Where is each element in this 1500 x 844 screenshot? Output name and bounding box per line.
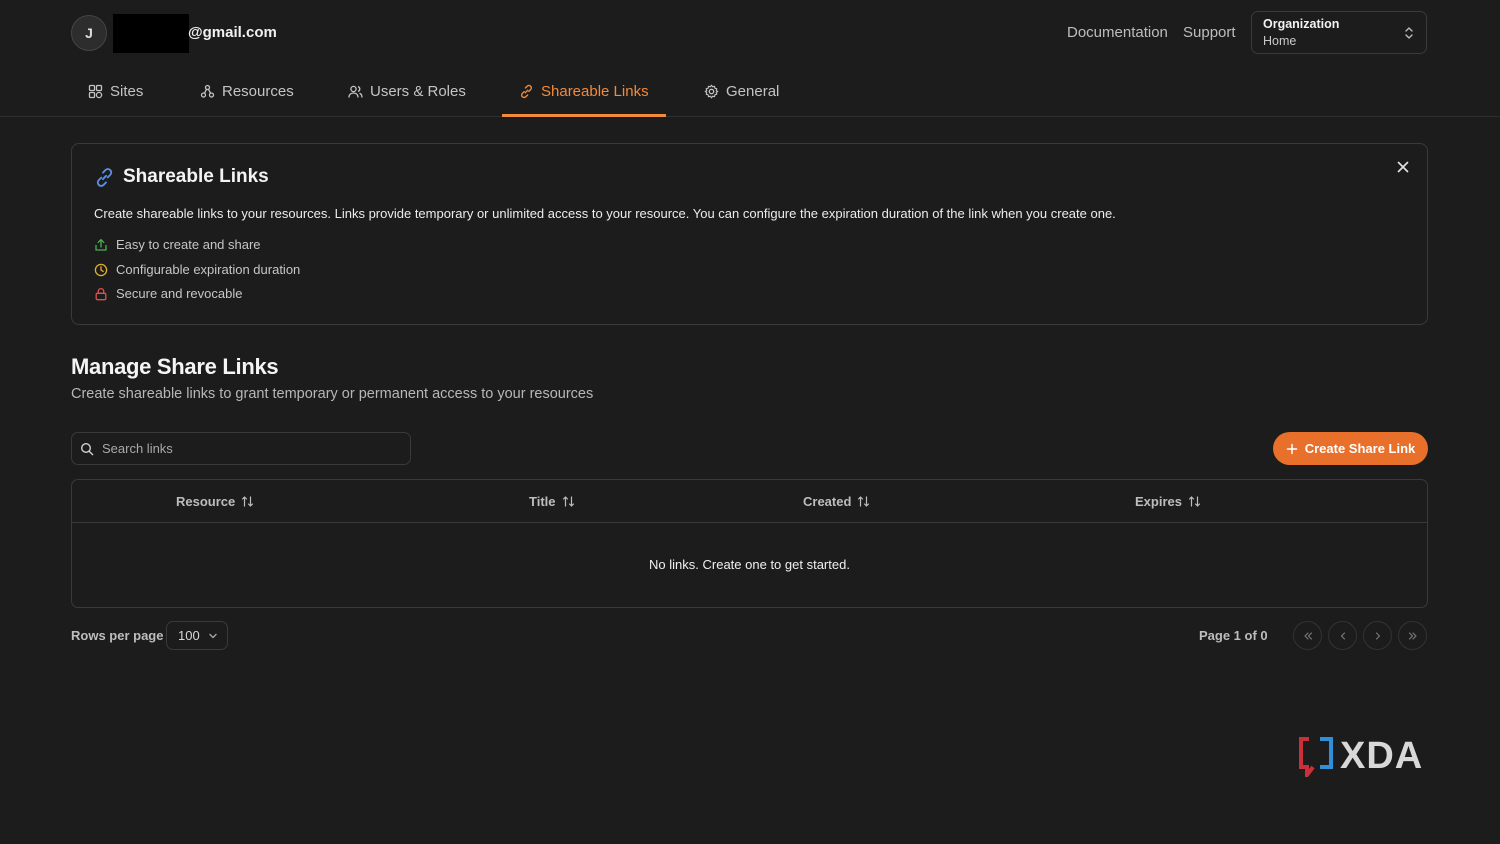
tab-label: Users & Roles	[370, 82, 466, 100]
info-banner: Shareable Links Create shareable links t…	[71, 143, 1428, 325]
close-icon[interactable]	[1395, 159, 1411, 175]
search-icon	[80, 442, 94, 456]
info-title: Shareable Links	[123, 166, 269, 187]
rows-per-page-value: 100	[178, 628, 200, 643]
search-box[interactable]	[71, 432, 411, 465]
nav-tabs: Sites Resources Users & Roles Shareable …	[0, 66, 1500, 117]
first-page-button[interactable]	[1293, 621, 1322, 650]
page-indicator: Page 1 of 0	[1199, 628, 1268, 643]
table-header: Resource Title Created Expires	[72, 480, 1427, 523]
clock-icon	[94, 263, 108, 277]
column-header-created[interactable]: Created	[803, 494, 870, 509]
tab-label: Resources	[222, 82, 294, 100]
top-bar: J @gmail.com Documentation Support Organ…	[0, 0, 1500, 66]
resources-icon	[200, 84, 215, 99]
previous-page-button[interactable]	[1328, 621, 1357, 650]
organization-selector[interactable]: Organization Home	[1251, 11, 1427, 54]
column-label: Resource	[176, 494, 236, 509]
column-header-expires[interactable]: Expires	[1135, 494, 1201, 509]
feature-text: Configurable expiration duration	[116, 262, 301, 277]
chevron-right-icon	[1372, 630, 1384, 642]
last-page-button[interactable]	[1398, 621, 1427, 650]
tab-label: Sites	[110, 82, 144, 100]
sort-icon	[562, 495, 575, 508]
feature-item: Configurable expiration duration	[94, 262, 300, 277]
chevrons-right-icon	[1407, 630, 1419, 642]
avatar[interactable]: J	[71, 15, 107, 51]
users-icon	[348, 84, 363, 99]
column-label: Title	[529, 494, 556, 509]
sites-icon	[88, 84, 103, 99]
info-title-row: Shareable Links	[94, 166, 269, 188]
org-selector-title: Organization	[1263, 17, 1340, 31]
rows-per-page-select[interactable]: 100	[166, 621, 228, 650]
chevron-left-icon	[1337, 630, 1349, 642]
feature-text: Easy to create and share	[116, 237, 261, 252]
link-icon	[519, 84, 534, 99]
column-label: Created	[803, 494, 852, 509]
sort-icon	[241, 495, 254, 508]
active-tab-indicator	[502, 114, 666, 117]
column-label: Expires	[1135, 494, 1182, 509]
create-button-label: Create Share Link	[1304, 441, 1416, 456]
rows-per-page-label: Rows per page	[71, 628, 164, 643]
chevron-up-down-icon	[1404, 26, 1414, 40]
feature-item: Easy to create and share	[94, 237, 261, 252]
tab-label: Shareable Links	[541, 82, 649, 100]
tab-general[interactable]: General	[704, 66, 779, 116]
next-page-button[interactable]	[1363, 621, 1392, 650]
xda-logo-icon	[1298, 735, 1334, 777]
tab-users-roles[interactable]: Users & Roles	[348, 66, 466, 116]
chevron-down-icon	[208, 631, 218, 641]
column-header-resource[interactable]: Resource	[176, 494, 254, 509]
email-redaction	[113, 14, 189, 53]
feature-item: Secure and revocable	[94, 286, 242, 301]
lock-icon	[94, 287, 108, 301]
org-selector-value: Home	[1263, 34, 1297, 48]
sort-icon	[857, 495, 870, 508]
documentation-link[interactable]: Documentation	[1067, 24, 1168, 41]
support-link[interactable]: Support	[1183, 24, 1236, 41]
tab-sites[interactable]: Sites	[88, 66, 143, 116]
xda-watermark: XDA	[1298, 735, 1423, 777]
page-subtitle: Create shareable links to grant temporar…	[71, 386, 594, 402]
create-share-link-button[interactable]: Create Share Link	[1273, 432, 1428, 465]
info-description: Create shareable links to your resources…	[94, 206, 1116, 221]
xda-logo-text: XDA	[1340, 735, 1424, 777]
plus-icon	[1286, 443, 1298, 455]
share-links-table: Resource Title Created Expires No links.…	[71, 479, 1428, 608]
column-header-title[interactable]: Title	[529, 494, 575, 509]
chevrons-left-icon	[1302, 630, 1314, 642]
feature-text: Secure and revocable	[116, 286, 243, 301]
share-icon	[94, 238, 108, 252]
tab-resources[interactable]: Resources	[200, 66, 294, 116]
sort-icon	[1188, 495, 1201, 508]
empty-state-message: No links. Create one to get started.	[649, 557, 850, 572]
avatar-initial: J	[85, 25, 93, 41]
tab-label: General	[726, 82, 780, 100]
user-email: @gmail.com	[188, 24, 277, 41]
gear-icon	[704, 84, 719, 99]
page-title: Manage Share Links	[71, 354, 279, 379]
search-input[interactable]	[102, 441, 392, 456]
link-icon	[94, 167, 115, 188]
tab-shareable-links[interactable]: Shareable Links	[519, 66, 649, 116]
